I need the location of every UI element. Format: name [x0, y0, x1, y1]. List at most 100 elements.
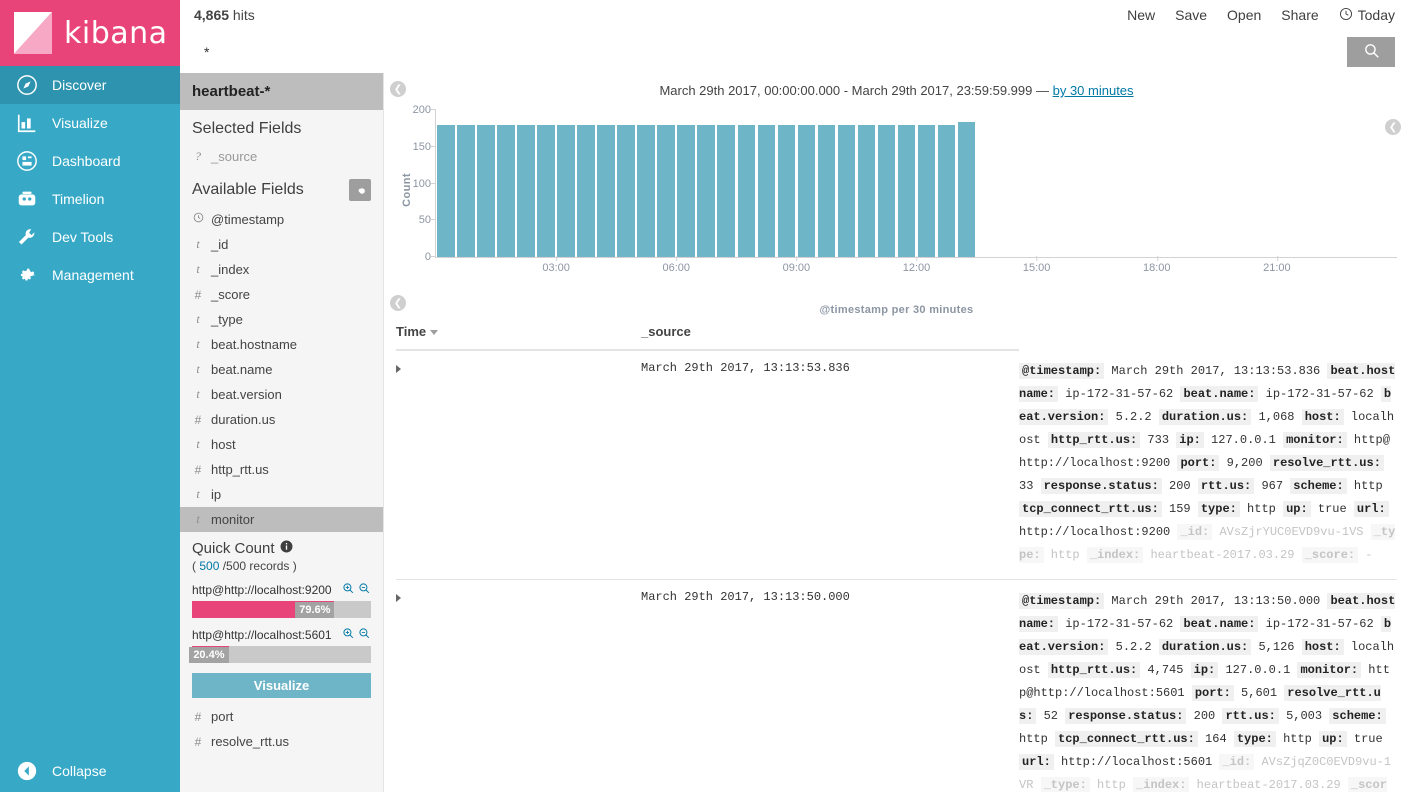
histogram-bar[interactable]: [757, 125, 776, 257]
visualize-button[interactable]: Visualize: [192, 673, 371, 698]
field-row-beat-hostname[interactable]: t beat.hostname: [180, 332, 383, 357]
y-axis-tick-mark: [431, 256, 436, 257]
histogram-bar[interactable]: [797, 125, 816, 257]
histogram-bar[interactable]: [717, 125, 736, 257]
histogram-bar[interactable]: [557, 125, 575, 257]
histogram-bar[interactable]: [637, 125, 656, 257]
new-button[interactable]: New: [1127, 7, 1155, 23]
field-settings-gear-icon[interactable]: [349, 179, 371, 201]
histogram-bar[interactable]: [817, 125, 836, 257]
query-bar: [180, 31, 1409, 73]
source-field-value: 4,745: [1140, 663, 1191, 677]
available-fields-label: Available Fields: [192, 181, 304, 198]
histogram-bar[interactable]: [737, 125, 756, 257]
histogram-bar[interactable]: [677, 125, 696, 257]
histogram-bar[interactable]: [937, 125, 956, 257]
field-row-duration-us[interactable]: # duration.us: [180, 407, 383, 432]
filter-out-value-icon[interactable]: [358, 627, 371, 643]
field-row-beat-name[interactable]: t beat.name: [180, 357, 383, 382]
histogram-chart[interactable]: Count 0 50 100 150 200 03:00 06:00 09:00 12:00 1…: [390, 100, 1397, 280]
collapse-chart-chevron-up-icon[interactable]: ❮: [390, 295, 406, 311]
sidebar-item-timelion[interactable]: Timelion: [0, 180, 180, 218]
histogram-bar[interactable]: [857, 125, 876, 257]
expand-row-caret-icon[interactable]: [396, 365, 401, 373]
filter-for-value-icon[interactable]: [342, 627, 355, 643]
qc-value[interactable]: 500: [199, 559, 219, 573]
histogram-bar[interactable]: [917, 125, 936, 257]
table-header-row: Time _source: [396, 316, 1397, 351]
filter-for-value-icon[interactable]: [342, 582, 355, 598]
sidebar-collapse-button[interactable]: Collapse: [0, 750, 180, 792]
sidebar-item-management[interactable]: Management: [0, 256, 180, 294]
field-name: _source: [211, 149, 258, 164]
kibana-logo[interactable]: kibana: [0, 0, 180, 66]
expand-sidebar-chevron-left-icon[interactable]: ❮: [390, 81, 406, 97]
field-row-http-rtt-us[interactable]: # http_rtt.us: [180, 457, 383, 482]
field-name: @timestamp: [211, 212, 285, 227]
column-header-time[interactable]: Time: [396, 316, 641, 351]
histogram-bar[interactable]: [537, 125, 555, 257]
histogram-bar[interactable]: [957, 121, 976, 257]
field-row-type[interactable]: t _type: [180, 307, 383, 332]
source-field-key: tcp_connect_rtt.us:: [1055, 731, 1198, 747]
histogram-bar[interactable]: [457, 125, 475, 257]
sidebar-item-dev-tools[interactable]: Dev Tools: [0, 218, 180, 256]
field-row-port[interactable]: # port: [180, 704, 383, 729]
compass-icon: [14, 72, 40, 98]
histogram-bars: [436, 110, 1397, 257]
field-row-index[interactable]: t _index: [180, 257, 383, 282]
histogram-bar[interactable]: [597, 125, 615, 257]
expand-row-caret-icon[interactable]: [396, 594, 401, 602]
sidebar-item-visualize[interactable]: Visualize: [0, 104, 180, 142]
sidebar-item-discover[interactable]: Discover: [0, 66, 180, 104]
histogram-bar[interactable]: [577, 125, 595, 257]
sidebar-item-label: Discover: [52, 77, 107, 93]
field-row-resolve-rtt-us[interactable]: # resolve_rtt.us: [180, 729, 383, 754]
expand-row-cell[interactable]: [396, 350, 641, 580]
histogram-bar[interactable]: [697, 125, 716, 257]
time-picker-button[interactable]: Today: [1339, 7, 1395, 24]
info-icon[interactable]: [280, 540, 293, 557]
expand-row-cell[interactable]: [396, 579, 641, 792]
source-field-value: http: [1346, 479, 1383, 493]
source-field-key: ip:: [1190, 662, 1219, 678]
histogram-bar[interactable]: [897, 125, 916, 257]
sidebar-item-dashboard[interactable]: Dashboard: [0, 142, 180, 180]
search-button[interactable]: [1347, 37, 1395, 67]
histogram-bar[interactable]: [837, 125, 856, 257]
table-row[interactable]: March 29th 2017, 13:13:50.000 @timestamp:…: [396, 579, 1397, 792]
save-button[interactable]: Save: [1175, 7, 1207, 23]
histogram-bar[interactable]: [497, 125, 515, 257]
field-row-score[interactable]: # _score: [180, 282, 383, 307]
histogram-bar[interactable]: [617, 125, 635, 257]
histogram-interval-link[interactable]: by 30 minutes: [1053, 83, 1134, 98]
histogram-bar[interactable]: [657, 125, 676, 257]
open-button[interactable]: Open: [1227, 7, 1261, 23]
source-field-value: March 29th 2017, 13:13:53.836: [1104, 364, 1328, 378]
field-row-source[interactable]: ? _source: [180, 144, 383, 169]
search-input[interactable]: [194, 37, 1347, 67]
field-row-monitor[interactable]: t monitor: [180, 507, 383, 532]
filter-out-value-icon[interactable]: [358, 582, 371, 598]
cell-time: March 29th 2017, 13:13:53.836: [641, 350, 1019, 580]
field-row-timestamp[interactable]: @timestamp: [180, 207, 383, 232]
quick-count-subtitle: ( 500 /500 records ): [192, 559, 371, 573]
histogram-bar[interactable]: [477, 125, 495, 257]
histogram-bar[interactable]: [877, 125, 896, 257]
main-region: 4,865 hits New Save Open Share Today * h…: [180, 0, 1409, 792]
x-axis-tick-label: 21:00: [1263, 256, 1291, 274]
index-pattern-selector[interactable]: heartbeat-*: [180, 73, 383, 110]
source-field-key: tcp_connect_rtt.us:: [1019, 501, 1162, 517]
share-button[interactable]: Share: [1281, 7, 1318, 23]
field-row-host[interactable]: t host: [180, 432, 383, 457]
sort-descending-icon[interactable]: [430, 330, 439, 336]
field-name: beat.name: [211, 362, 273, 377]
field-row-ip[interactable]: t ip: [180, 482, 383, 507]
field-row-beat-version[interactable]: t beat.version: [180, 382, 383, 407]
field-name: monitor: [211, 512, 255, 527]
histogram-bar[interactable]: [517, 125, 535, 257]
histogram-bar[interactable]: [437, 125, 455, 257]
histogram-bar[interactable]: [777, 125, 796, 257]
table-row[interactable]: March 29th 2017, 13:13:53.836 @timestamp:…: [396, 350, 1397, 580]
field-row-id[interactable]: t _id: [180, 232, 383, 257]
